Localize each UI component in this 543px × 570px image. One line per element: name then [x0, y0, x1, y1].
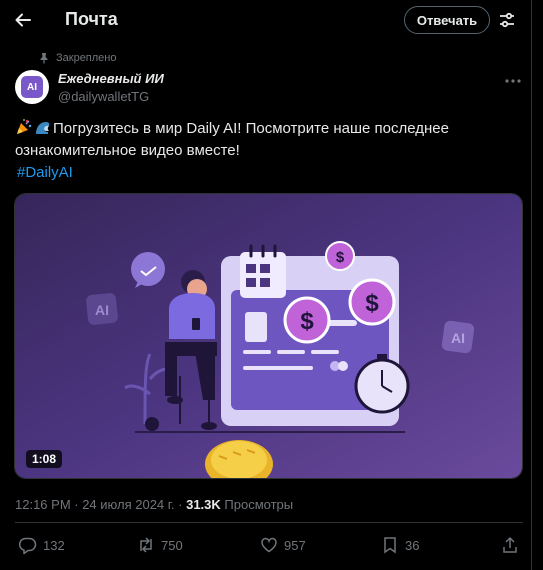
- repost-count: 750: [161, 537, 183, 553]
- top-bar: Почта Отвечать: [0, 0, 543, 40]
- tweet-text: Погрузитесь в мир Daily AI! Посмотрите н…: [15, 118, 520, 184]
- tweet-body: Погрузитесь в мир Daily AI! Посмотрите н…: [15, 120, 449, 159]
- timestamp[interactable]: 12:16 PM · 24 июля 2024 г. ·: [15, 497, 186, 512]
- back-arrow-icon[interactable]: [10, 7, 36, 33]
- reply-icon: [19, 537, 37, 554]
- video-thumbnail: AI AI $ $ $: [15, 194, 522, 478]
- author-name[interactable]: Ежедневный ИИ: [58, 71, 164, 86]
- party-popper-icon: [17, 119, 32, 134]
- repost-action[interactable]: 750: [137, 536, 183, 554]
- share-action[interactable]: [501, 536, 519, 554]
- pinned-indicator: Закреплено: [38, 52, 117, 64]
- wave-icon: [36, 122, 50, 134]
- video-duration: 1:08: [26, 450, 63, 468]
- like-count: 957: [284, 537, 306, 553]
- page-title: Почта: [65, 9, 118, 29]
- reply-count: 132: [43, 537, 65, 553]
- video-player[interactable]: AI AI $ $ $ 1:08: [14, 193, 523, 479]
- column-divider: [531, 0, 532, 570]
- bookmark-action[interactable]: 36: [381, 536, 419, 554]
- ai-badge-right: AI: [441, 320, 475, 354]
- svg-text:$: $: [336, 249, 345, 266]
- bookmark-count: 36: [405, 537, 420, 553]
- author-handle[interactable]: @dailywalletTG: [58, 89, 149, 104]
- hashtag-link[interactable]: #DailyAI: [17, 164, 73, 181]
- heart-icon: [261, 537, 277, 553]
- share-icon: [503, 536, 517, 553]
- svg-text:AI: AI: [451, 330, 465, 346]
- action-bar: 132 750 957 36: [0, 536, 531, 562]
- svg-text:$: $: [300, 308, 314, 335]
- pinned-label: Закреплено: [56, 52, 117, 64]
- views-count: 31.3K: [186, 497, 221, 512]
- ai-badge-left: AI: [86, 293, 118, 325]
- svg-text:$: $: [365, 290, 379, 317]
- svg-text:AI: AI: [95, 302, 109, 318]
- avatar[interactable]: AI: [15, 70, 49, 104]
- reply-action[interactable]: 132: [19, 536, 65, 554]
- repost-icon: [140, 537, 152, 553]
- like-action[interactable]: 957: [260, 536, 306, 554]
- bookmark-icon: [384, 537, 396, 554]
- pin-icon: [40, 53, 48, 64]
- filter-icon[interactable]: [496, 9, 518, 31]
- avatar-logo: AI: [21, 76, 43, 98]
- separator: [15, 522, 523, 523]
- more-options-icon[interactable]: [505, 71, 523, 85]
- tweet-meta: 12:16 PM · 24 июля 2024 г. · 31.3K Просм…: [15, 497, 293, 512]
- reply-button[interactable]: Отвечать: [404, 6, 490, 34]
- views-label: Просмотры: [220, 497, 294, 512]
